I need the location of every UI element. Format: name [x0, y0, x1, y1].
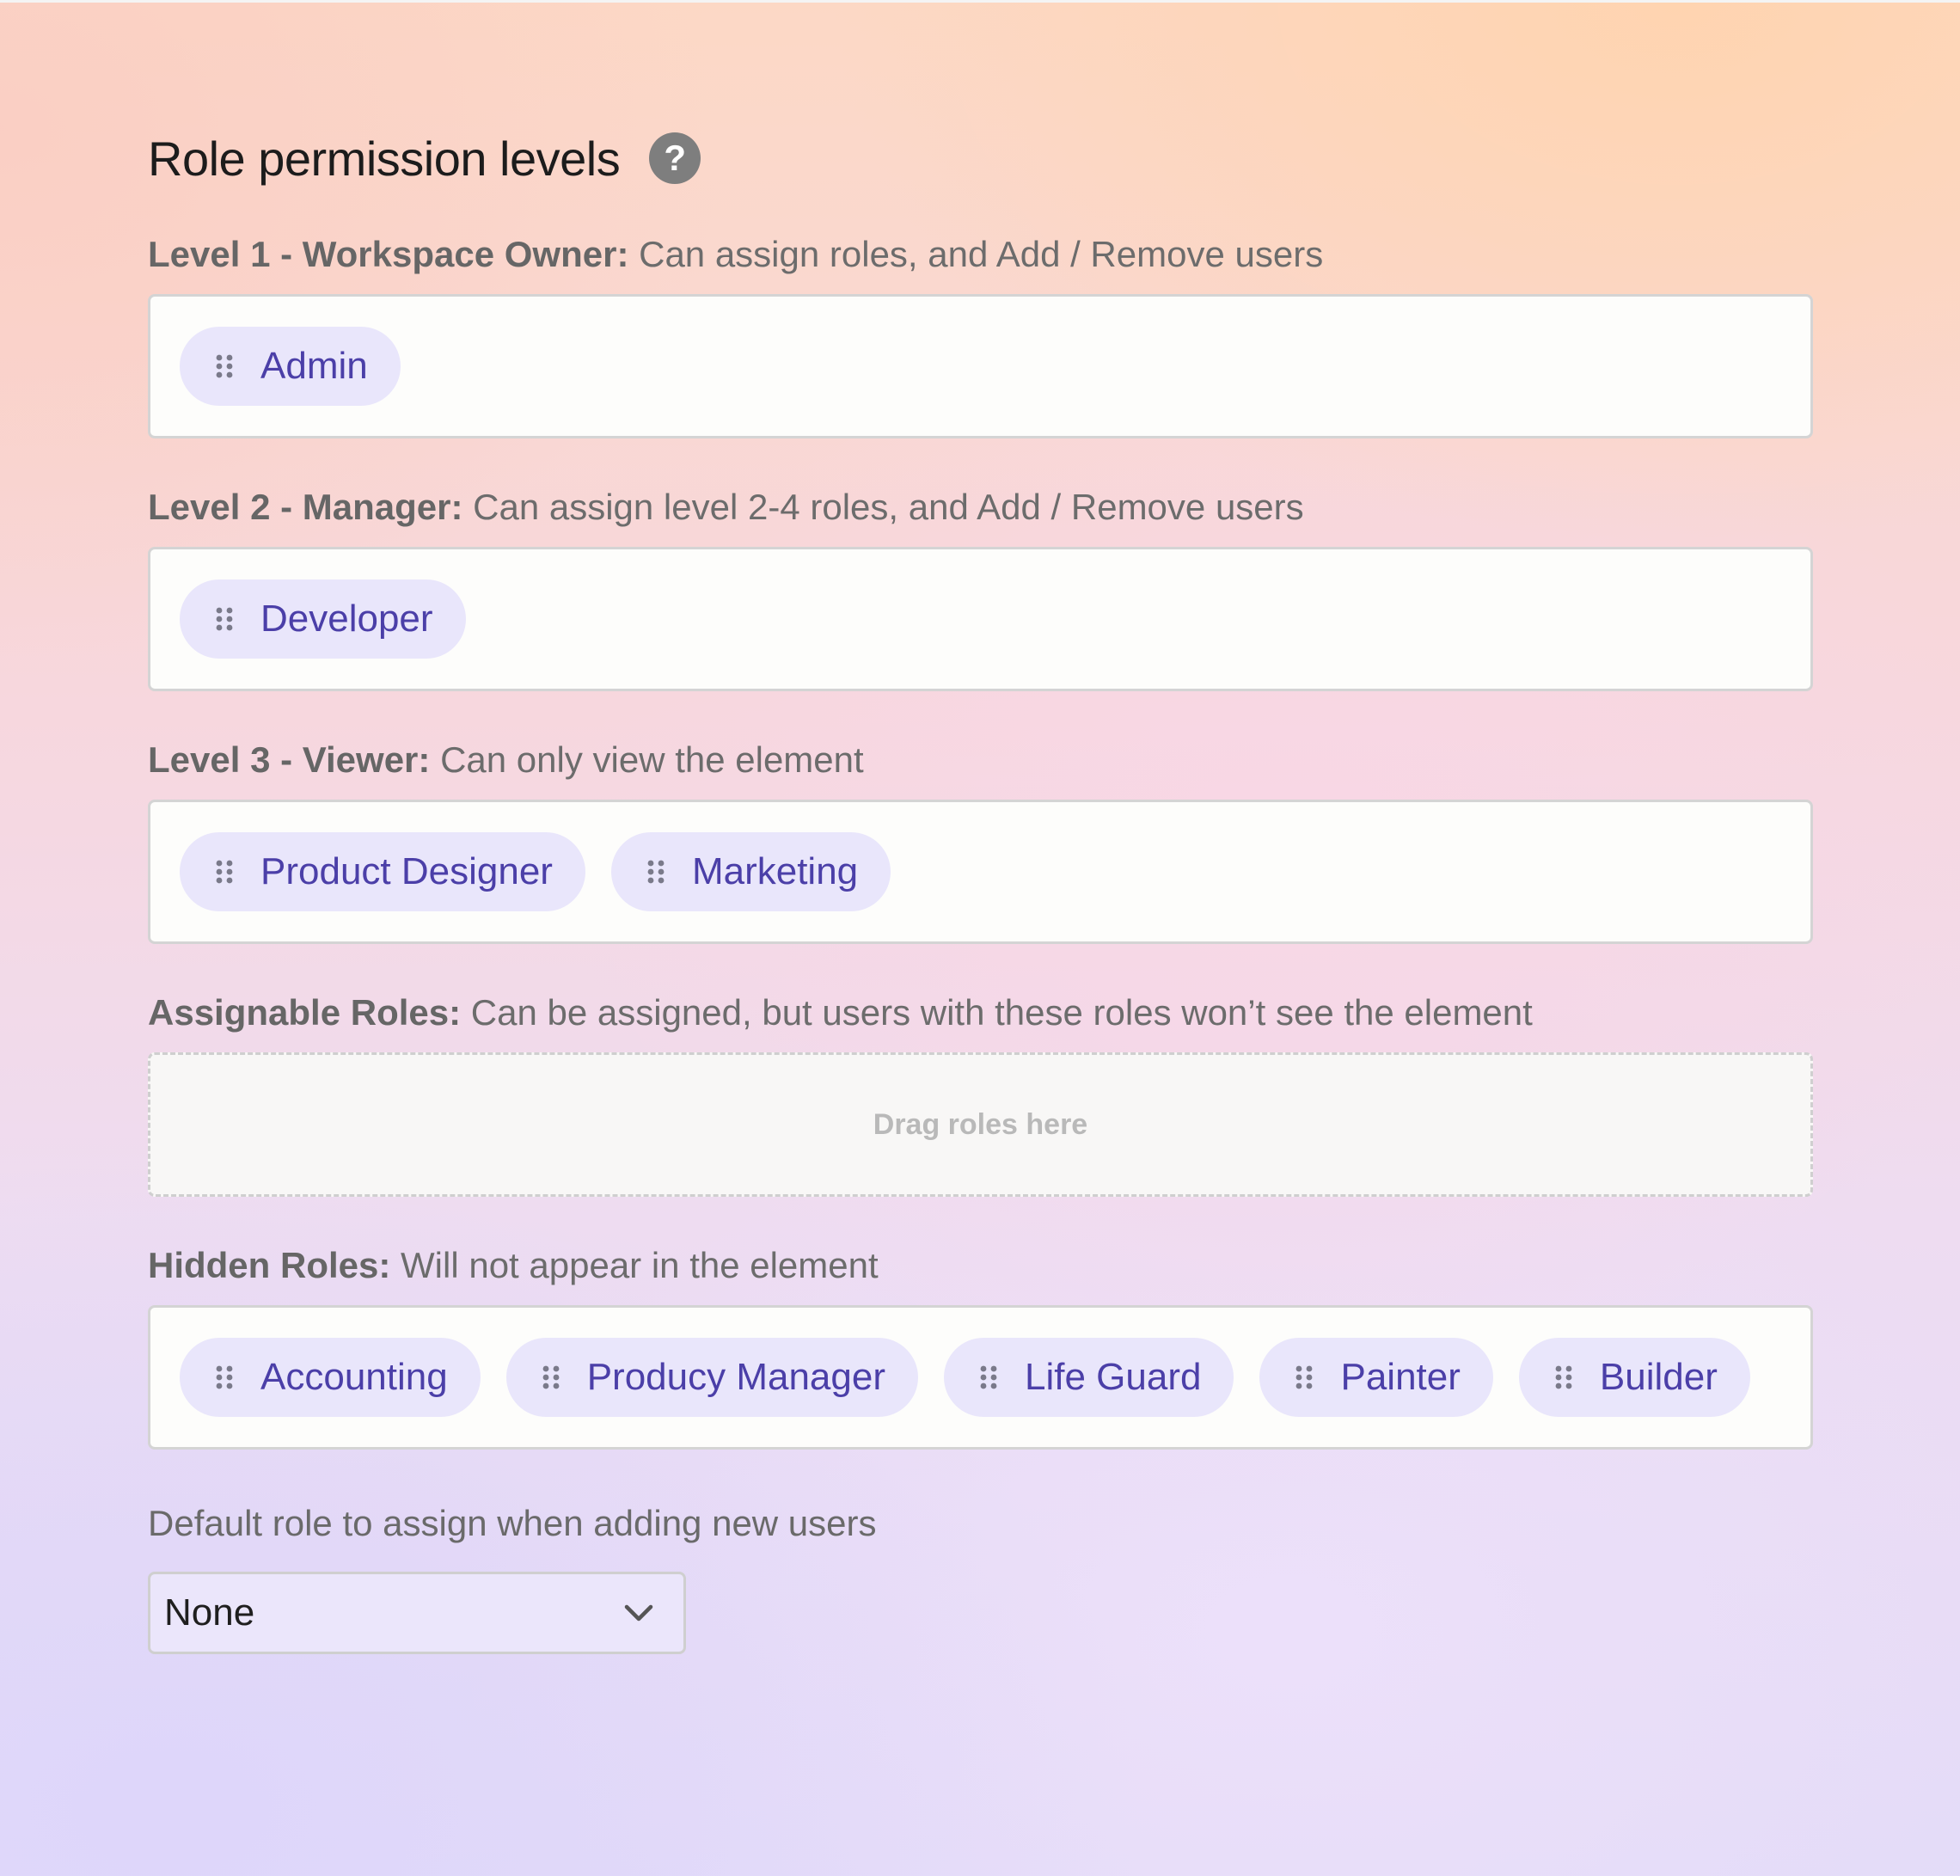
level-3-section: Level 3 - Viewer: Can only view the elem… — [148, 733, 1813, 944]
level-2-section: Level 2 - Manager: Can assign level 2-4 … — [148, 480, 1813, 691]
role-chip-life-guard[interactable]: Life Guard — [944, 1338, 1234, 1417]
assignable-roles-section: Assignable Roles: Can be assigned, but u… — [148, 985, 1813, 1197]
drag-handle-icon[interactable] — [646, 859, 666, 885]
hidden-roles-box[interactable]: Accounting Producy Manager Life Guard Pa… — [148, 1305, 1813, 1450]
level-2-title: Level 2 - Manager: — [148, 487, 463, 527]
drag-handle-icon[interactable] — [1553, 1364, 1574, 1390]
role-chip-label: Producy Manager — [586, 1356, 885, 1398]
role-chip-marketing[interactable]: Marketing — [610, 832, 891, 911]
role-chip-accounting[interactable]: Accounting — [180, 1338, 481, 1417]
role-chip-developer[interactable]: Developer — [180, 579, 466, 659]
level-1-role-box[interactable]: Admin — [148, 294, 1813, 438]
role-chip-label: Marketing — [691, 850, 859, 892]
hidden-roles-title: Hidden Roles: — [148, 1245, 391, 1285]
drag-handle-icon[interactable] — [541, 1364, 561, 1390]
role-chip-label: Product Designer — [260, 850, 553, 892]
role-chip-producy-manager[interactable]: Producy Manager — [505, 1338, 918, 1417]
level-2-description: Can assign level 2-4 roles, and Add / Re… — [462, 487, 1304, 527]
role-chip-product-designer[interactable]: Product Designer — [180, 832, 585, 911]
role-chip-painter[interactable]: Painter — [1259, 1338, 1493, 1417]
role-chip-label: Admin — [260, 345, 368, 387]
assignable-roles-title: Assignable Roles: — [148, 992, 462, 1033]
level-3-title: Level 3 - Viewer: — [148, 739, 431, 780]
level-1-title: Level 1 - Workspace Owner: — [148, 234, 629, 274]
level-3-description: Can only view the element — [430, 739, 864, 780]
level-3-role-box[interactable]: Product Designer Marketing — [148, 800, 1813, 944]
role-chip-label: Builder — [1599, 1356, 1718, 1398]
help-icon[interactable]: ? — [649, 132, 701, 184]
default-role-section: Default role to assign when adding new u… — [148, 1496, 1813, 1654]
chevron-down-icon — [624, 1604, 653, 1622]
title-row: Role permission levels ? — [148, 120, 1813, 196]
level-1-description: Can assign roles, and Add / Remove users — [628, 234, 1324, 274]
role-chip-label: Life Guard — [1025, 1356, 1202, 1398]
role-chip-admin[interactable]: Admin — [180, 327, 401, 406]
drag-handle-icon[interactable] — [214, 353, 235, 379]
drag-handle-icon[interactable] — [214, 606, 235, 632]
level-2-role-box[interactable]: Developer — [148, 547, 1813, 691]
default-role-value: None — [164, 1591, 255, 1634]
drag-handle-icon[interactable] — [214, 859, 235, 885]
level-1-section: Level 1 - Workspace Owner: Can assign ro… — [148, 227, 1813, 438]
level-1-label: Level 1 - Workspace Owner: Can assign ro… — [148, 227, 1813, 282]
role-chip-label: Developer — [260, 598, 433, 640]
assignable-roles-dropzone[interactable]: Drag roles here — [148, 1052, 1813, 1197]
default-role-select[interactable]: None — [148, 1572, 686, 1654]
hidden-roles-label: Hidden Roles: Will not appear in the ele… — [148, 1238, 1813, 1293]
assignable-roles-label: Assignable Roles: Can be assigned, but u… — [148, 985, 1813, 1040]
role-chip-label: Painter — [1340, 1356, 1461, 1398]
level-3-label: Level 3 - Viewer: Can only view the elem… — [148, 733, 1813, 788]
role-chip-builder[interactable]: Builder — [1518, 1338, 1750, 1417]
top-edge — [0, 0, 1960, 3]
drag-handle-icon[interactable] — [978, 1364, 999, 1390]
role-chip-label: Accounting — [260, 1356, 448, 1398]
drag-handle-icon[interactable] — [214, 1364, 235, 1390]
hidden-roles-description: Will not appear in the element — [390, 1245, 879, 1285]
dropzone-placeholder: Drag roles here — [873, 1107, 1088, 1141]
role-permission-panel: Role permission levels ? Level 1 - Works… — [148, 120, 1813, 1654]
drag-handle-icon[interactable] — [1294, 1364, 1314, 1390]
page-title: Role permission levels — [148, 131, 621, 186]
level-2-label: Level 2 - Manager: Can assign level 2-4 … — [148, 480, 1813, 535]
default-role-label: Default role to assign when adding new u… — [148, 1503, 877, 1543]
hidden-roles-section: Hidden Roles: Will not appear in the ele… — [148, 1238, 1813, 1450]
assignable-roles-description: Can be assigned, but users with these ro… — [461, 992, 1533, 1033]
